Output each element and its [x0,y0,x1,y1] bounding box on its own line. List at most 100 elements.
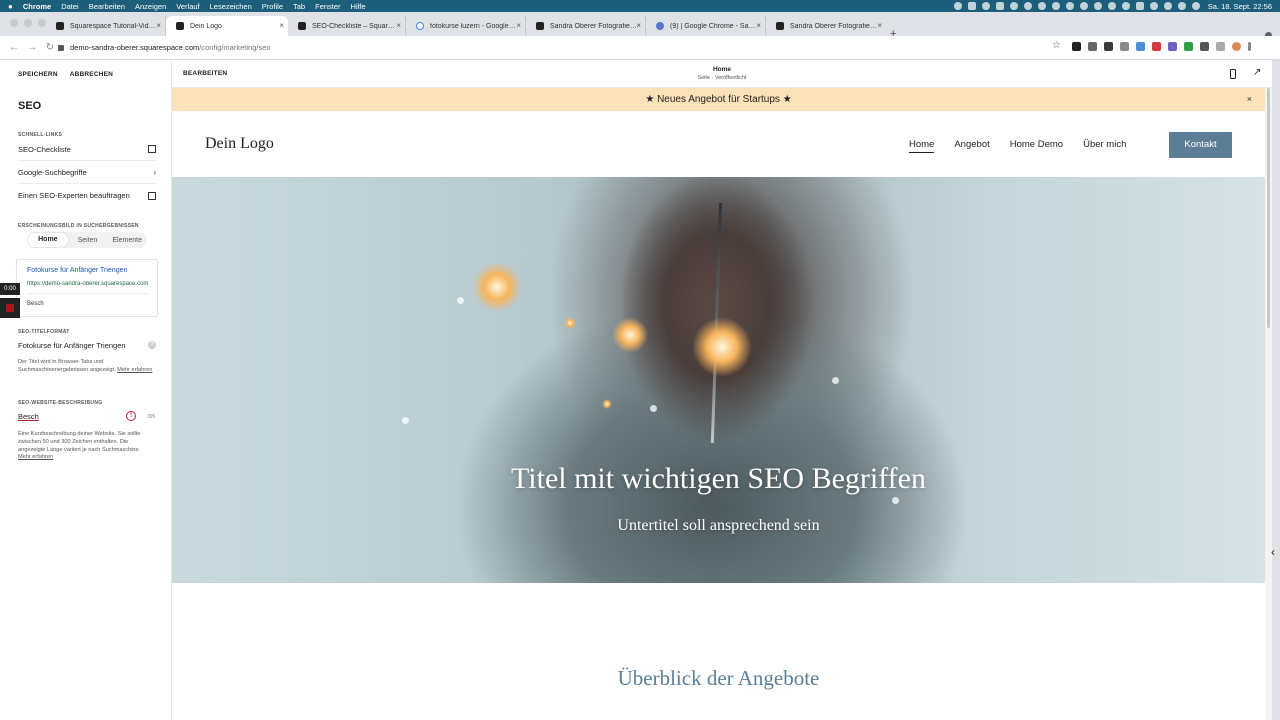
contact-button[interactable]: Kontakt [1169,132,1232,158]
forward-icon[interactable]: → [24,42,40,53]
site-logo[interactable]: Dein Logo [205,135,274,153]
status-app-icon[interactable] [967,2,976,10]
status-app-icon[interactable] [981,2,990,10]
menu-app-name[interactable]: Chrome [23,2,51,11]
browser-tab[interactable]: SEO-Checkliste – Squarespac × [288,16,406,36]
browser-tab[interactable]: fotokurse luzern - Google Such × [406,16,526,36]
bookmark-star-icon[interactable]: ☆ [1052,40,1061,51]
mobile-preview-icon[interactable] [1230,69,1236,79]
learn-more-link[interactable]: Mehr erfahren [18,454,53,460]
browser-tab[interactable]: (9) | Google Chrome - Sandra × [646,16,766,36]
close-icon[interactable]: × [396,21,401,30]
bluetooth-icon[interactable] [1093,2,1102,10]
segment-pages[interactable]: Seiten [68,237,108,244]
quicklink-hire-expert[interactable]: Einen SEO-Experten beauftragen [18,184,156,207]
back-icon[interactable]: ← [6,42,22,53]
browser-tab-active[interactable]: Dein Logo × [166,16,288,36]
wifi-icon[interactable] [1121,2,1130,10]
menu-item-profile[interactable]: Profile [262,2,283,11]
shield-icon[interactable] [995,2,1004,10]
page-indicator[interactable]: Home Seite · Veröffentlicht [672,66,772,81]
cancel-button[interactable]: ABBRECHEN [70,71,113,78]
learn-more-link[interactable]: Mehr erfahren [117,367,152,373]
address-bar[interactable]: demo-sandra-oberer.squarespace.com/confi… [58,39,1068,56]
search-result-preview: Fotokurse für Anfänger Triengen https://… [16,259,158,317]
nav-item-home-demo[interactable]: Home Demo [1010,139,1063,153]
close-icon[interactable]: × [516,21,521,30]
nav-item-home[interactable]: Home [909,139,935,153]
menu-item-verlauf[interactable]: Verlauf [176,2,199,11]
title-format-field[interactable]: Fotokurse für Anfänger Triengen [18,341,126,350]
close-icon[interactable]: × [877,21,882,30]
description-field[interactable]: Besch [18,412,39,421]
sparkle-image [612,317,648,353]
extension-icon[interactable] [1104,42,1113,51]
extension-icon[interactable] [1088,42,1097,51]
nav-item-angebot[interactable]: Angebot [954,139,989,153]
extension-icon[interactable] [1184,42,1193,51]
search-icon[interactable] [1163,2,1172,10]
menu-item-anzeigen[interactable]: Anzeigen [135,2,166,11]
menu-item-fenster[interactable]: Fenster [315,2,340,11]
page-name: Home [712,66,732,73]
browser-tab[interactable]: Sandra Oberer Fotografie, Foto × [766,16,886,36]
menu-item-lesezeichen[interactable]: Lesezeichen [210,2,252,11]
extension-icon[interactable] [1136,42,1145,51]
battery-icon[interactable] [1135,2,1144,10]
status-app-icon[interactable] [1051,2,1060,10]
menu-item-hilfe[interactable]: Hilfe [351,2,366,11]
extensions-puzzle-icon[interactable] [1216,42,1225,51]
hero-title[interactable]: Titel mit wichtigen SEO Begriffen [172,462,1265,496]
scrollbar[interactable] [1267,88,1270,328]
extension-icon[interactable] [1072,42,1081,51]
volume-icon[interactable] [1079,2,1088,10]
quicklink-seo-checklist[interactable]: SEO-Checkliste [18,138,156,161]
browser-tab[interactable]: Sandra Oberer Fotografie, Foto × [526,16,646,36]
close-icon[interactable]: × [756,21,761,30]
hero-subtitle[interactable]: Untertitel soll ansprechend sein [172,517,1265,535]
edit-button[interactable]: BEARBEITEN [183,70,227,77]
menu-clock[interactable]: Sa. 18. Sept. 22:56 [1208,2,1272,11]
extension-icon[interactable] [1152,42,1161,51]
chevron-left-icon[interactable]: ‹ [1271,545,1275,559]
reload-icon[interactable]: ↻ [42,42,58,53]
browser-menu-icon[interactable] [1248,42,1251,51]
minimize-window-button[interactable] [24,19,32,27]
stop-recording-button[interactable] [0,298,20,318]
control-center-icon[interactable] [1177,2,1186,10]
close-window-button[interactable] [10,19,18,27]
close-icon[interactable]: × [279,21,284,30]
close-icon[interactable]: × [636,21,641,30]
menu-item-tab[interactable]: Tab [293,2,305,11]
close-icon[interactable]: × [156,21,161,30]
zoom-window-button[interactable] [38,19,46,27]
extension-icon[interactable] [1200,42,1209,51]
section-title[interactable]: Überblick der Angebote [172,666,1265,691]
profile-avatar[interactable] [1232,42,1241,51]
nav-item-ueber-mich[interactable]: Über mich [1083,139,1126,153]
extension-icon[interactable] [1120,42,1129,51]
menu-item-datei[interactable]: Datei [61,2,79,11]
lock-icon[interactable] [58,44,64,51]
siri-icon[interactable] [1191,2,1200,10]
close-icon[interactable]: × [1247,88,1252,111]
extension-icon[interactable] [1168,42,1177,51]
gear-icon[interactable] [953,2,962,10]
quicklink-google-keywords[interactable]: Google-Suchbegriffe › [18,161,156,184]
help-icon[interactable]: ? [148,341,156,349]
time-machine-icon[interactable] [1107,2,1116,10]
status-app-icon[interactable] [1037,2,1046,10]
apple-icon[interactable]: ● [8,2,13,11]
browser-tab[interactable]: Squarespace Tutorial-Videos × [46,16,166,36]
segment-items[interactable]: Elemente [107,237,147,244]
status-app-icon[interactable] [1009,2,1018,10]
menu-item-bearbeiten[interactable]: Bearbeiten [89,2,125,11]
segment-home[interactable]: Home [28,233,68,247]
status-app-icon[interactable] [1023,2,1032,10]
save-button[interactable]: SPEICHERN [18,71,58,78]
site-nav: Home Angebot Home Demo Über mich [909,139,1146,153]
expand-icon[interactable]: ↗ [1253,67,1261,78]
status-app-icon[interactable] [1065,2,1074,10]
announcement-bar[interactable]: ★ Neues Angebot für Startups ★ × [172,88,1265,111]
user-icon[interactable] [1149,2,1158,10]
